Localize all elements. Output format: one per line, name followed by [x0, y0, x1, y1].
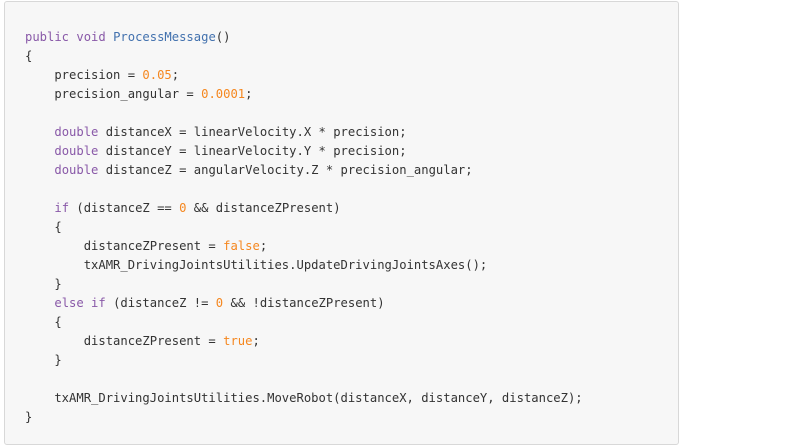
code-token: 0.0001	[201, 87, 246, 101]
code-token: ;	[252, 334, 260, 348]
code-line: {	[25, 47, 583, 66]
code-line: distanceZPresent = false;	[25, 237, 583, 256]
code-line: }	[25, 408, 583, 427]
code-token: 0.05	[142, 68, 172, 82]
code-line: txAMR_DrivingJointsUtilities.MoveRobot(d…	[25, 389, 583, 408]
code-token: }	[25, 353, 62, 367]
code-line: else if (distanceZ != 0 && !distanceZPre…	[25, 294, 583, 313]
code-token: }	[25, 410, 33, 424]
code-token: else if	[54, 296, 106, 310]
code-line: }	[25, 275, 583, 294]
code-token: double	[54, 163, 99, 177]
code-token: && !distanceZPresent)	[223, 296, 385, 310]
code-token: (distanceZ ==	[69, 201, 180, 215]
code-token: distanceY = linearVelocity.Y * precision…	[98, 144, 407, 158]
code-token: if	[54, 201, 70, 215]
code-token: {	[25, 315, 62, 329]
code-token: {	[25, 49, 33, 63]
code-line: precision = 0.05;	[25, 66, 583, 85]
code-line: if (distanceZ == 0 && distanceZPresent)	[25, 199, 583, 218]
code-token: (distanceZ !=	[105, 296, 216, 310]
code-token: ProcessMessage	[113, 30, 216, 44]
code-line: {	[25, 218, 583, 237]
code-line: double distanceZ = angularVelocity.Z * p…	[25, 161, 583, 180]
code-token: ;	[171, 68, 180, 82]
code-line: double distanceY = linearVelocity.Y * pr…	[25, 142, 583, 161]
code-line: }	[25, 351, 583, 370]
code-token: txAMR_DrivingJointsUtilities.UpdateDrivi…	[25, 258, 488, 272]
code-token: txAMR_DrivingJointsUtilities.MoveRobot(d…	[25, 391, 583, 405]
code-listing[interactable]: public void ProcessMessage() { precision …	[25, 28, 583, 427]
code-line: {	[25, 313, 583, 332]
code-token: distanceZPresent =	[25, 334, 224, 348]
code-token: ()	[215, 30, 231, 44]
code-line: txAMR_DrivingJointsUtilities.UpdateDrivi…	[25, 256, 583, 275]
code-token: && distanceZPresent)	[186, 201, 341, 215]
code-token: ;	[259, 239, 268, 253]
code-token: false	[223, 239, 260, 253]
code-line: public void ProcessMessage()	[25, 28, 583, 47]
code-token: precision_angular =	[25, 87, 202, 101]
code-token: distanceX = linearVelocity.X * precision…	[98, 125, 407, 139]
code-token: public void	[25, 30, 114, 44]
code-token: double	[54, 125, 99, 139]
code-block: public void ProcessMessage() { precision …	[4, 1, 679, 445]
code-token: double	[54, 144, 99, 158]
code-token: {	[25, 220, 62, 234]
code-line: distanceZPresent = true;	[25, 332, 583, 351]
code-line: double distanceX = linearVelocity.X * pr…	[25, 123, 583, 142]
code-token: ;	[245, 87, 253, 101]
code-line: precision_angular = 0.0001;	[25, 85, 583, 104]
code-token: distanceZPresent =	[25, 239, 224, 253]
code-token: distanceZ = angularVelocity.Z * precisio…	[98, 163, 473, 177]
code-token: precision =	[25, 68, 143, 82]
code-token: }	[25, 277, 62, 291]
code-token: true	[223, 334, 253, 348]
